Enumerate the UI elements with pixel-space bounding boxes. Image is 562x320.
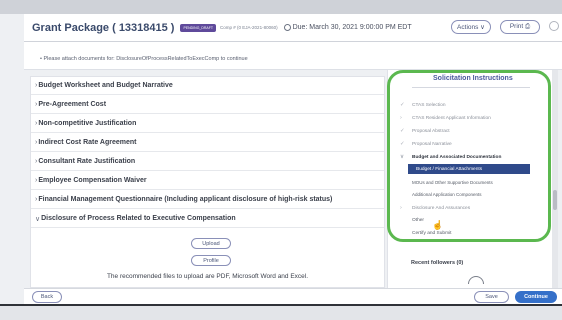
chevron-right-icon: › (35, 177, 38, 184)
back-button[interactable]: Back (32, 291, 62, 303)
nav-other[interactable]: Other (400, 218, 424, 223)
nav-label: Certify and Submit (412, 231, 452, 236)
nav-label: Disclosure And Assurances (412, 205, 471, 211)
check-icon: ✓ (400, 141, 405, 147)
profile-button[interactable]: Profile (191, 255, 231, 266)
nav-budget-documentation[interactable]: ∨ Budget and Associated Documentation (400, 154, 501, 160)
upload-button[interactable]: Upload (191, 238, 231, 249)
actions-button[interactable]: Actions ∨ (451, 20, 491, 34)
sections-panel: › Budget Worksheet and Budget Narrative ›… (30, 76, 385, 288)
section-disclosure-exec-comp[interactable]: ∨ Disclosure of Process Related to Execut… (31, 210, 384, 228)
file-type-note: The recommended files to upload are PDF,… (106, 273, 309, 280)
page-title: Grant Package ( 13318415 ) (32, 21, 175, 34)
check-icon: ✓ (400, 128, 405, 134)
comp-id: Comp # (0 EJA-2021-80060) (220, 25, 278, 30)
footer-bar: Back Save Continue (24, 288, 562, 304)
chevron-right-icon: › (35, 139, 38, 146)
chevron-down-icon: ∨ (35, 215, 41, 223)
print-button[interactable]: Print ⎙ (500, 20, 540, 34)
app-frame: Grant Package ( 13318415 ) PENDING_DRAFT… (0, 0, 562, 320)
taskbar (0, 304, 562, 320)
section-consultant-rate[interactable]: › Consultant Rate Justification (31, 153, 384, 171)
nav-label: Proposal Abstract (412, 128, 450, 134)
section-label: Pre-Agreement Cost (38, 101, 107, 108)
divider (412, 87, 530, 88)
chevron-right-icon: › (400, 115, 402, 121)
more-icon[interactable] (549, 21, 559, 31)
chevron-right-icon: › (35, 82, 38, 89)
chevron-down-icon: ∨ (400, 154, 405, 160)
chevron-right-icon: › (35, 196, 38, 203)
chevron-right-icon: › (35, 101, 38, 108)
nav-label: Other (412, 218, 424, 223)
due-date-text: Due: March 30, 2021 9:00:00 PM EDT (292, 24, 412, 31)
section-label: Indirect Cost Rate Agreement (38, 139, 137, 146)
clock-icon (283, 24, 291, 31)
recent-followers: Recent followers (0) (411, 260, 464, 266)
attachment-notice: • Please attach documents for: Disclosur… (24, 42, 562, 70)
hand-cursor-icon: ☝ (432, 220, 444, 230)
save-button[interactable]: Save (474, 291, 509, 303)
section-label: Financial Management Questionnaire (Incl… (38, 196, 333, 203)
solicitation-title: Solicitation Instructions (433, 75, 513, 82)
nav-ctas-resident[interactable]: › CTAS Resident Applicant Information (400, 115, 491, 121)
disclosure-body: Upload Profile The recommended files to … (31, 230, 384, 288)
section-label: Disclosure of Process Related to Executi… (41, 215, 236, 222)
chevron-right-icon: › (35, 158, 38, 165)
section-label: Non-competitive Justification (38, 120, 137, 127)
scrollbar-track[interactable] (552, 70, 558, 288)
browser-top-bar (0, 0, 562, 14)
nav-additional-components[interactable]: Additional Application Components (412, 192, 482, 197)
section-label: Employee Compensation Waiver (38, 177, 147, 184)
section-label: Budget Worksheet and Budget Narrative (38, 82, 173, 89)
nav-certify-submit[interactable]: Certify and Submit (400, 231, 451, 236)
section-non-competitive[interactable]: › Non-competitive Justification (31, 115, 384, 133)
nav-budget-financial-attachments[interactable]: Budget / Financial Attachments (408, 164, 530, 174)
nav-label: Proposal Narrative (412, 141, 452, 147)
section-pre-agreement-cost[interactable]: › Pre-Agreement Cost (31, 96, 384, 114)
package-header: Grant Package ( 13318415 ) PENDING_DRAFT… (24, 14, 562, 42)
scrollbar-thumb[interactable] (553, 190, 557, 210)
nav-disclosure-assurances[interactable]: › Disclosure And Assurances (400, 205, 470, 211)
chevron-right-icon: › (400, 205, 402, 211)
chevron-right-icon: › (35, 120, 38, 127)
nav-proposal-narrative[interactable]: ✓ Proposal Narrative (400, 141, 452, 147)
section-budget-worksheet[interactable]: › Budget Worksheet and Budget Narrative (31, 77, 384, 95)
section-label: Consultant Rate Justification (38, 158, 136, 165)
check-icon: ✓ (400, 102, 405, 108)
section-indirect-cost[interactable]: › Indirect Cost Rate Agreement (31, 134, 384, 152)
nav-label: CTAS Resident Applicant Information (412, 115, 491, 121)
nav-mous[interactable]: MOUs and Other Supportive Documents (412, 180, 493, 185)
continue-button[interactable]: Continue (515, 291, 557, 303)
section-employee-waiver[interactable]: › Employee Compensation Waiver (31, 172, 384, 190)
nav-label: CTAS Selection (412, 102, 446, 108)
nav-label: Budget and Associated Documentation (412, 154, 502, 160)
solicitation-panel: Solicitation Instructions ✓ CTAS Selectio… (387, 70, 552, 288)
section-financial-questionnaire[interactable]: › Financial Management Questionnaire (Inc… (31, 191, 384, 209)
status-badge: PENDING_DRAFT (180, 23, 217, 32)
nav-ctas-selection[interactable]: ✓ CTAS Selection (400, 102, 446, 108)
due-date: Due: March 30, 2021 9:00:00 PM EDT (283, 24, 412, 31)
nav-proposal-abstract[interactable]: ✓ Proposal Abstract (400, 128, 450, 134)
